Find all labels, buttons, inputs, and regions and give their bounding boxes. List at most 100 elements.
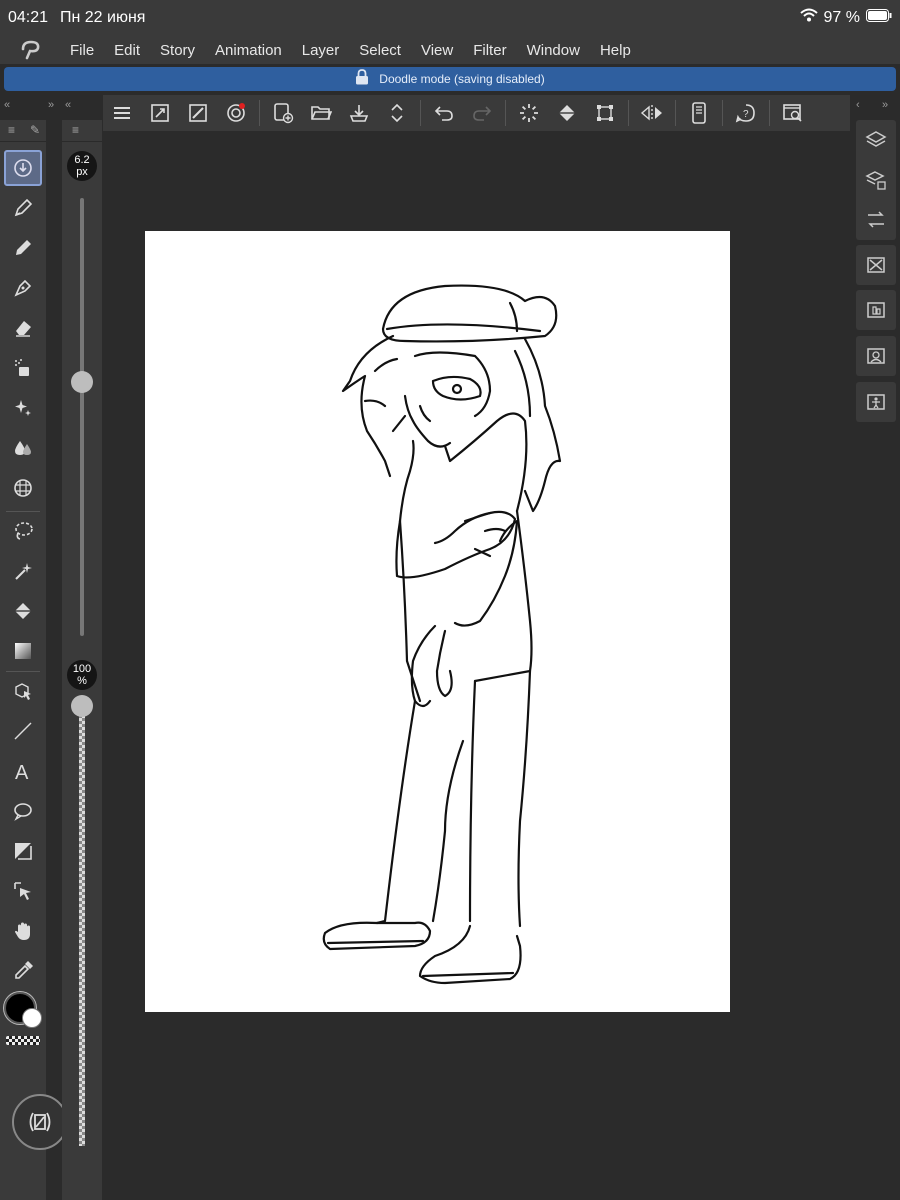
hand-icon[interactable] bbox=[4, 913, 42, 949]
line-icon[interactable] bbox=[4, 713, 42, 749]
toolbar-divider bbox=[769, 100, 770, 126]
material-folder-icon[interactable] bbox=[856, 290, 896, 330]
menu-filter[interactable]: Filter bbox=[463, 42, 516, 59]
pencil-icon[interactable] bbox=[4, 230, 42, 266]
status-time: 04:21 bbox=[8, 9, 49, 26]
bucket-icon[interactable] bbox=[4, 593, 42, 629]
brush-settings-icon[interactable] bbox=[179, 95, 217, 131]
up-down-icon[interactable] bbox=[378, 95, 416, 131]
phone-icon[interactable] bbox=[680, 95, 718, 131]
grid-icon[interactable] bbox=[4, 470, 42, 506]
sub-color-chip[interactable] bbox=[22, 1008, 42, 1028]
move-arrow-icon[interactable] bbox=[4, 873, 42, 909]
modifier-key-button[interactable] bbox=[12, 1094, 68, 1150]
collapse-left-icon[interactable]: « bbox=[4, 99, 10, 111]
frame-border-icon[interactable] bbox=[4, 833, 42, 869]
lasso-icon[interactable] bbox=[4, 513, 42, 549]
svg-text:?: ? bbox=[743, 109, 749, 120]
spiral-icon[interactable] bbox=[217, 95, 255, 131]
toolbar-divider bbox=[259, 100, 260, 126]
brush-slider-panel: ≡ 6.2 px 100 % bbox=[62, 120, 102, 1200]
help-icon[interactable]: ? bbox=[727, 95, 765, 131]
sub-tool-icon[interactable] bbox=[4, 150, 42, 186]
loading-icon[interactable] bbox=[510, 95, 548, 131]
expand-left-icon[interactable]: » bbox=[48, 99, 54, 111]
tool-divider bbox=[6, 671, 40, 672]
material-figure-group bbox=[856, 382, 896, 422]
history-icon[interactable] bbox=[856, 200, 896, 240]
layers-icon[interactable] bbox=[856, 120, 896, 160]
opacity-handle[interactable] bbox=[71, 695, 93, 717]
airbrush-icon[interactable] bbox=[4, 350, 42, 386]
balloon-icon[interactable] bbox=[4, 793, 42, 829]
brush-size-track[interactable] bbox=[80, 198, 84, 636]
opacity-unit: % bbox=[77, 675, 87, 687]
export-icon[interactable] bbox=[340, 95, 378, 131]
tool-divider bbox=[6, 511, 40, 512]
palette-dock bbox=[851, 120, 900, 1200]
toolbar-divider bbox=[420, 100, 421, 126]
opacity-readout: 100 % bbox=[67, 660, 97, 690]
object-select-icon[interactable] bbox=[4, 673, 42, 709]
search-window-icon[interactable] bbox=[774, 95, 812, 131]
svg-text:A: A bbox=[15, 762, 29, 782]
material-icon[interactable] bbox=[856, 245, 896, 285]
tool-panel-header: ≡ ✎ bbox=[0, 120, 46, 142]
status-bar: 04:21 Пн 22 июня 97 % bbox=[0, 0, 900, 36]
menu-window[interactable]: Window bbox=[517, 42, 590, 59]
banner-text: Doodle mode (saving disabled) bbox=[379, 72, 545, 86]
panel-menu-icon[interactable]: ≡ bbox=[8, 123, 15, 137]
opacity-track[interactable] bbox=[79, 706, 85, 1146]
brush-size-readout: 6.2 px bbox=[67, 151, 97, 181]
menu-help[interactable]: Help bbox=[590, 42, 641, 59]
menu-file[interactable]: File bbox=[60, 42, 104, 59]
command-bar: ? bbox=[103, 95, 850, 131]
battery-icon bbox=[866, 8, 892, 27]
status-date: Пн 22 июня bbox=[60, 9, 146, 26]
fill-icon[interactable] bbox=[548, 95, 586, 131]
menu-view[interactable]: View bbox=[411, 42, 463, 59]
battery-percent: 97 % bbox=[823, 8, 860, 26]
collapse-slider-icon[interactable]: « bbox=[65, 99, 71, 111]
flip-icon[interactable] bbox=[633, 95, 671, 131]
menu-story[interactable]: Story bbox=[150, 42, 205, 59]
toolbar-divider bbox=[722, 100, 723, 126]
app-logo-icon[interactable] bbox=[14, 38, 48, 62]
fountain-pen-icon[interactable] bbox=[4, 270, 42, 306]
transform-icon[interactable] bbox=[586, 95, 624, 131]
material-person-icon[interactable] bbox=[856, 336, 896, 376]
redo-icon[interactable] bbox=[463, 95, 501, 131]
material-panel-group bbox=[856, 245, 896, 285]
open-folder-icon[interactable] bbox=[302, 95, 340, 131]
expand-right-icon[interactable]: » bbox=[882, 99, 888, 111]
magic-wand-icon[interactable] bbox=[4, 553, 42, 589]
menu-animation[interactable]: Animation bbox=[205, 42, 292, 59]
drawing-canvas[interactable] bbox=[145, 231, 730, 1012]
transparent-color-chip[interactable] bbox=[6, 1036, 40, 1045]
text-icon[interactable]: A bbox=[4, 753, 42, 789]
menu-icon[interactable] bbox=[103, 95, 141, 131]
brush-size-handle[interactable] bbox=[71, 370, 93, 393]
menu-select[interactable]: Select bbox=[349, 42, 411, 59]
eraser-icon[interactable] bbox=[4, 310, 42, 346]
lock-icon bbox=[355, 68, 369, 90]
slider-menu-icon[interactable]: ≡ bbox=[72, 123, 79, 137]
material-figure-icon[interactable] bbox=[856, 382, 896, 422]
gradient-icon[interactable] bbox=[4, 633, 42, 669]
undo-icon[interactable] bbox=[425, 95, 463, 131]
collapse-right-icon[interactable]: ‹ bbox=[856, 99, 860, 111]
pen-icon[interactable] bbox=[4, 190, 42, 226]
menu-layer[interactable]: Layer bbox=[292, 42, 350, 59]
material-person-group bbox=[856, 336, 896, 376]
menu-edit[interactable]: Edit bbox=[104, 42, 150, 59]
new-file-icon[interactable] bbox=[264, 95, 302, 131]
eyedropper-icon[interactable] bbox=[4, 953, 42, 989]
resize-icon[interactable] bbox=[141, 95, 179, 131]
toolbar-divider bbox=[628, 100, 629, 126]
blend-icon[interactable] bbox=[4, 430, 42, 466]
material-folder-group bbox=[856, 290, 896, 330]
slider-panel-header: ≡ bbox=[62, 120, 102, 142]
layer-property-icon[interactable] bbox=[856, 160, 896, 200]
brush-size-value: 6.2 bbox=[74, 154, 90, 166]
sparkle-icon[interactable] bbox=[4, 390, 42, 426]
